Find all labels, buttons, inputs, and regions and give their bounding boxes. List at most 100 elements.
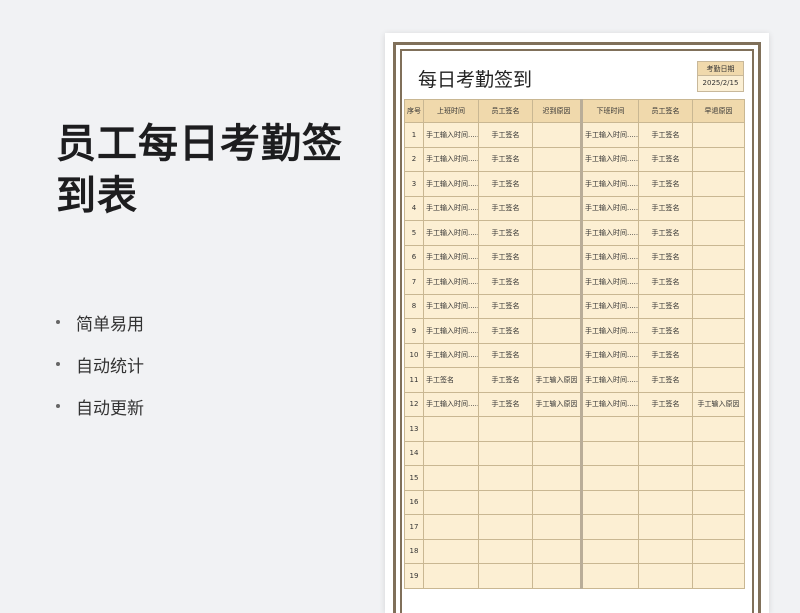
- table-cell[interactable]: [423, 489, 479, 515]
- table-cell[interactable]: [638, 465, 693, 491]
- table-cell[interactable]: [423, 514, 479, 540]
- table-cell[interactable]: [692, 416, 745, 442]
- table-cell[interactable]: 手工签名: [638, 171, 693, 197]
- table-cell[interactable]: 手工签名: [638, 122, 693, 148]
- table-cell[interactable]: 手工输入时间......: [580, 171, 639, 197]
- table-cell[interactable]: 手工签名: [638, 195, 693, 221]
- table-cell[interactable]: 手工输入时间......: [580, 391, 639, 417]
- table-cell[interactable]: 手工输入时间......: [580, 293, 639, 319]
- table-cell[interactable]: [532, 195, 582, 221]
- table-cell[interactable]: 手工签名: [638, 220, 693, 246]
- table-cell[interactable]: 手工签名: [423, 367, 479, 393]
- table-cell[interactable]: [478, 465, 533, 491]
- table-cell[interactable]: [692, 318, 745, 344]
- table-cell[interactable]: [692, 342, 745, 368]
- table-cell[interactable]: [532, 269, 582, 295]
- table-cell[interactable]: 手工签名: [638, 293, 693, 319]
- table-cell[interactable]: 手工签名: [638, 244, 693, 270]
- table-cell[interactable]: 手工签名: [638, 146, 693, 172]
- table-cell[interactable]: [532, 416, 582, 442]
- table-cell[interactable]: [692, 293, 745, 319]
- table-cell[interactable]: 手工输入时间......: [580, 367, 639, 393]
- table-cell[interactable]: 手工签名: [478, 293, 533, 319]
- table-cell[interactable]: 手工签名: [638, 391, 693, 417]
- table-cell[interactable]: [692, 269, 745, 295]
- table-cell[interactable]: 手工签名: [638, 269, 693, 295]
- table-cell[interactable]: [423, 440, 479, 466]
- table-cell[interactable]: 手工签名: [478, 269, 533, 295]
- table-cell[interactable]: [638, 440, 693, 466]
- table-cell[interactable]: 手工签名: [478, 220, 533, 246]
- table-cell[interactable]: [532, 318, 582, 344]
- table-cell[interactable]: [638, 489, 693, 515]
- table-cell[interactable]: 手工签名: [638, 318, 693, 344]
- table-cell[interactable]: 手工输入原因: [532, 367, 582, 393]
- table-cell[interactable]: 手工输入原因: [692, 391, 745, 417]
- table-cell[interactable]: 手工输入时间......: [580, 269, 639, 295]
- table-cell[interactable]: 手工签名: [478, 367, 533, 393]
- table-cell[interactable]: [423, 416, 479, 442]
- table-cell[interactable]: [423, 538, 479, 564]
- table-cell[interactable]: [478, 489, 533, 515]
- table-cell[interactable]: [580, 563, 639, 589]
- table-cell[interactable]: 手工输入时间......: [423, 220, 479, 246]
- table-cell[interactable]: [692, 146, 745, 172]
- table-cell[interactable]: [638, 538, 693, 564]
- table-cell[interactable]: 手工输入时间......: [423, 146, 479, 172]
- table-cell[interactable]: [532, 342, 582, 368]
- table-cell[interactable]: [532, 440, 582, 466]
- table-cell[interactable]: 手工输入时间......: [580, 195, 639, 221]
- table-cell[interactable]: 手工输入时间......: [423, 122, 479, 148]
- table-cell[interactable]: [692, 489, 745, 515]
- table-cell[interactable]: [692, 563, 745, 589]
- table-cell[interactable]: [692, 195, 745, 221]
- table-cell[interactable]: 手工签名: [478, 122, 533, 148]
- table-cell[interactable]: 手工输入原因: [532, 391, 582, 417]
- table-cell[interactable]: [532, 514, 582, 540]
- table-cell[interactable]: 手工输入时间......: [423, 171, 479, 197]
- table-cell[interactable]: 手工输入时间......: [423, 244, 479, 270]
- table-cell[interactable]: [638, 416, 693, 442]
- table-cell[interactable]: [478, 416, 533, 442]
- table-cell[interactable]: [423, 465, 479, 491]
- table-cell[interactable]: [478, 440, 533, 466]
- table-cell[interactable]: [580, 514, 639, 540]
- table-cell[interactable]: 手工签名: [478, 318, 533, 344]
- table-cell[interactable]: 手工输入时间......: [580, 146, 639, 172]
- table-cell[interactable]: [532, 171, 582, 197]
- table-cell[interactable]: 手工签名: [478, 171, 533, 197]
- table-cell[interactable]: [532, 293, 582, 319]
- table-cell[interactable]: [532, 244, 582, 270]
- table-cell[interactable]: [638, 514, 693, 540]
- table-cell[interactable]: 手工输入时间......: [580, 122, 639, 148]
- table-cell[interactable]: [580, 489, 639, 515]
- table-cell[interactable]: 手工输入时间......: [423, 293, 479, 319]
- table-cell[interactable]: [692, 465, 745, 491]
- table-cell[interactable]: [532, 465, 582, 491]
- table-cell[interactable]: 手工签名: [478, 195, 533, 221]
- table-cell[interactable]: [532, 122, 582, 148]
- table-cell[interactable]: [692, 220, 745, 246]
- table-cell[interactable]: [423, 563, 479, 589]
- table-cell[interactable]: 手工签名: [478, 342, 533, 368]
- table-cell[interactable]: [478, 514, 533, 540]
- table-cell[interactable]: [532, 489, 582, 515]
- table-cell[interactable]: 手工输入时间......: [580, 220, 639, 246]
- table-cell[interactable]: 手工签名: [638, 342, 693, 368]
- table-cell[interactable]: [692, 440, 745, 466]
- table-cell[interactable]: [692, 538, 745, 564]
- table-cell[interactable]: [532, 563, 582, 589]
- table-cell[interactable]: 手工输入时间......: [580, 318, 639, 344]
- table-cell[interactable]: 手工签名: [478, 391, 533, 417]
- table-cell[interactable]: [478, 563, 533, 589]
- table-cell[interactable]: 手工签名: [638, 367, 693, 393]
- table-cell[interactable]: [580, 416, 639, 442]
- table-cell[interactable]: [692, 367, 745, 393]
- table-cell[interactable]: 手工输入时间......: [423, 391, 479, 417]
- table-cell[interactable]: [580, 440, 639, 466]
- table-cell[interactable]: [638, 563, 693, 589]
- table-cell[interactable]: [532, 146, 582, 172]
- table-cell[interactable]: [580, 538, 639, 564]
- table-cell[interactable]: 手工签名: [478, 244, 533, 270]
- table-cell[interactable]: [532, 220, 582, 246]
